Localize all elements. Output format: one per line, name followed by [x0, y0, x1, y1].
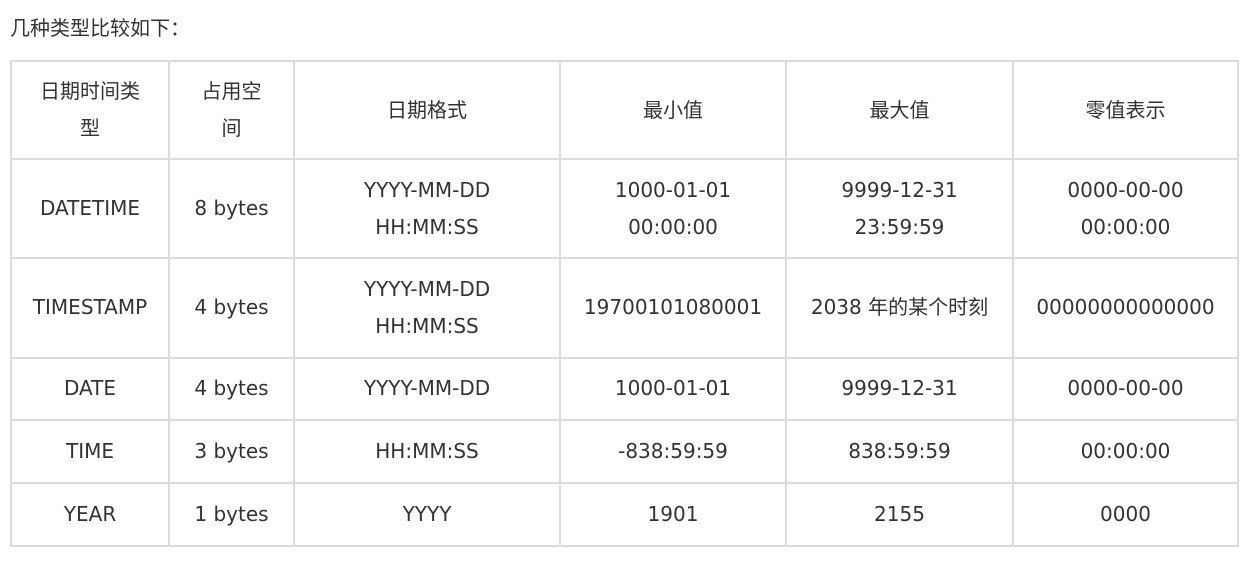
cell-max-text: 2038 年的某个时刻: [810, 295, 989, 320]
cell-zero: 00:00:00: [1012, 419, 1239, 485]
cell-storage: 8 bytes: [168, 157, 295, 260]
cell-zero-text: 0000-00-00 00:00:00: [1067, 177, 1184, 239]
header-format-label: 日期格式: [387, 97, 467, 122]
cell-type-text: YEAR: [63, 502, 117, 527]
cell-zero: 00000000000000: [1012, 257, 1239, 359]
header-storage-label: 占用空间: [201, 79, 262, 140]
cell-type-text: DATE: [63, 376, 117, 401]
cell-zero-text: 0000-00-00: [1067, 376, 1184, 401]
header-format: 日期格式: [293, 60, 561, 160]
table-row: DATE 4 bytes YYYY-MM-DD 1000-01-01 9999-…: [10, 356, 1239, 422]
cell-min-text: 19700101080001: [583, 295, 763, 320]
cell-storage: 3 bytes: [168, 419, 295, 485]
cell-storage: 1 bytes: [168, 482, 295, 547]
table-row: TIME 3 bytes HH:MM:SS -838:59:59 838:59:…: [10, 419, 1239, 485]
header-min-label: 最小值: [643, 97, 703, 122]
cell-format: HH:MM:SS: [293, 419, 561, 485]
cell-max: 9999-12-31 23:59:59: [785, 157, 1014, 260]
cell-type-text: TIMESTAMP: [32, 295, 148, 320]
cell-type: DATE: [10, 356, 170, 422]
cell-min: 1000-01-01: [559, 356, 787, 422]
cell-storage: 4 bytes: [168, 356, 295, 422]
cell-storage-text: 3 bytes: [194, 439, 269, 464]
cell-max: 2038 年的某个时刻: [785, 257, 1014, 359]
cell-format-text: YYYY-MM-DD HH:MM:SS: [363, 177, 491, 239]
cell-type-text: DATETIME: [39, 196, 141, 221]
cell-min-text: 1000-01-01: [614, 376, 732, 401]
cell-max: 9999-12-31: [785, 356, 1014, 422]
header-storage: 占用空间: [168, 60, 295, 160]
cell-max-text: 9999-12-31: [841, 376, 958, 401]
cell-zero: 0000-00-00 00:00:00: [1012, 157, 1239, 260]
cell-zero-text: 0000: [1100, 502, 1151, 527]
intro-text: 几种类型比较如下：: [10, 16, 190, 40]
cell-storage-text: 8 bytes: [194, 196, 269, 221]
cell-type: TIMESTAMP: [10, 257, 170, 359]
cell-type: YEAR: [10, 482, 170, 547]
table-header-row: 日期时间类型 占用空间 日期格式 最小值 最大值 零值表示: [10, 60, 1239, 160]
cell-min: -838:59:59: [559, 419, 787, 485]
cell-type-text: TIME: [65, 439, 114, 464]
cell-min: 19700101080001: [559, 257, 787, 359]
cell-min-text: -838:59:59: [618, 439, 728, 464]
header-type-label: 日期时间类型: [40, 79, 140, 140]
cell-storage-text: 4 bytes: [194, 295, 269, 320]
cell-zero: 0000: [1012, 482, 1239, 547]
table-row: YEAR 1 bytes YYYY 1901 2155 0000: [10, 482, 1239, 547]
cell-zero-text: 00000000000000: [1036, 295, 1215, 320]
cell-type: TIME: [10, 419, 170, 485]
cell-format-text: HH:MM:SS: [375, 439, 479, 464]
header-type: 日期时间类型: [10, 60, 170, 160]
cell-min-text: 1000-01-01 00:00:00: [614, 177, 732, 239]
cell-zero: 0000-00-00: [1012, 356, 1239, 422]
cell-max: 838:59:59: [785, 419, 1014, 485]
cell-min: 1000-01-01 00:00:00: [559, 157, 787, 260]
cell-storage-text: 4 bytes: [194, 376, 269, 401]
cell-format: YYYY-MM-DD: [293, 356, 561, 422]
table-row: TIMESTAMP 4 bytes YYYY-MM-DD HH:MM:SS 19…: [10, 257, 1239, 359]
cell-storage: 4 bytes: [168, 257, 295, 359]
datetime-comparison-table: 日期时间类型 占用空间 日期格式 最小值 最大值 零值表示 DATETIME 8…: [10, 60, 1239, 547]
header-min: 最小值: [559, 60, 787, 160]
header-max: 最大值: [785, 60, 1014, 160]
cell-format-text: YYYY: [402, 502, 452, 527]
cell-max-text: 9999-12-31 23:59:59: [841, 177, 958, 239]
cell-max-text: 2155: [874, 502, 925, 527]
cell-format-text: YYYY-MM-DD: [363, 376, 491, 401]
cell-max-text: 838:59:59: [848, 439, 951, 464]
cell-format: YYYY: [293, 482, 561, 547]
cell-zero-text: 00:00:00: [1080, 439, 1171, 464]
cell-min-text: 1901: [647, 502, 699, 527]
header-zero: 零值表示: [1012, 60, 1239, 160]
cell-max: 2155: [785, 482, 1014, 547]
cell-min: 1901: [559, 482, 787, 547]
cell-format-text: YYYY-MM-DD HH:MM:SS: [363, 276, 491, 338]
cell-type: DATETIME: [10, 157, 170, 260]
header-zero-label: 零值表示: [1085, 97, 1166, 122]
cell-format: YYYY-MM-DD HH:MM:SS: [293, 257, 561, 359]
cell-storage-text: 1 bytes: [194, 502, 269, 527]
table-row: DATETIME 8 bytes YYYY-MM-DD HH:MM:SS 100…: [10, 157, 1239, 260]
cell-format: YYYY-MM-DD HH:MM:SS: [293, 157, 561, 260]
header-max-label: 最大值: [869, 97, 930, 122]
